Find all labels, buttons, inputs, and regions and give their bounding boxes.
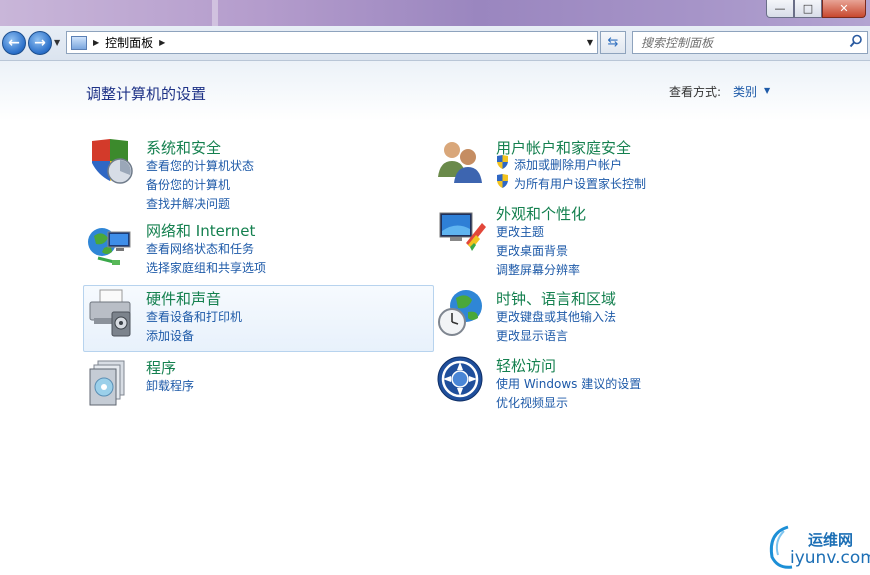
category-link[interactable]: 卸载程序 xyxy=(146,377,194,394)
category-title[interactable]: 程序 xyxy=(146,357,176,378)
category-link[interactable]: 查看设备和打印机 xyxy=(146,308,242,325)
ease-of-access-icon[interactable] xyxy=(436,355,488,407)
view-by-dropdown[interactable]: 类别 xyxy=(733,83,757,100)
title-bar-highlight xyxy=(212,0,218,26)
network-globe-icon[interactable] xyxy=(86,220,138,272)
search-box[interactable] xyxy=(632,31,868,54)
breadcrumb-control-panel[interactable]: 控制面板 xyxy=(105,34,153,51)
category-title[interactable]: 网络和 Internet xyxy=(146,220,255,241)
search-icon[interactable] xyxy=(849,34,863,48)
main-content: 调整计算机的设置 查看方式: 类别 ▼ 系统和安全 查看您的计算机状态 备份您的… xyxy=(0,61,870,575)
category-link[interactable]: 更改主题 xyxy=(496,223,544,240)
category-link[interactable]: 备份您的计算机 xyxy=(146,176,230,193)
category-link[interactable]: 更改显示语言 xyxy=(496,327,568,344)
forward-button[interactable]: → xyxy=(28,31,52,55)
address-dropdown-icon[interactable]: ▼ xyxy=(587,38,593,47)
chevron-right-icon[interactable]: ▶ xyxy=(93,38,99,47)
address-box[interactable]: ▶ 控制面板 ▶ ▼ xyxy=(66,31,598,54)
category-link[interactable]: 更改键盘或其他输入法 xyxy=(496,308,616,325)
category-link[interactable]: 更改桌面背景 xyxy=(496,242,568,259)
view-by-label: 查看方式: xyxy=(669,85,722,99)
category-link[interactable]: 为所有用户设置家长控制 xyxy=(514,175,646,192)
watermark-url: iyunv.com xyxy=(790,548,870,568)
navigation-bar: ← → ▼ ▶ 控制面板 ▶ ▼ ⇆ xyxy=(0,26,870,61)
back-button[interactable]: ← xyxy=(2,31,26,55)
category-title[interactable]: 外观和个性化 xyxy=(496,203,586,224)
refresh-button[interactable]: ⇆ xyxy=(600,31,626,54)
minimize-button[interactable]: — xyxy=(766,0,794,18)
category-title[interactable]: 用户帐户和家庭安全 xyxy=(496,137,631,158)
title-bar: — □ ✕ xyxy=(0,0,870,26)
chevron-right-icon[interactable]: ▶ xyxy=(159,38,165,47)
category-link[interactable]: 添加设备 xyxy=(146,327,194,344)
category-link[interactable]: 查看您的计算机状态 xyxy=(146,157,254,174)
clock-globe-icon[interactable] xyxy=(436,288,488,340)
category-link[interactable]: 查找并解决问题 xyxy=(146,195,230,212)
shield-icon[interactable] xyxy=(86,137,138,189)
control-panel-icon xyxy=(71,35,87,50)
category-title[interactable]: 时钟、语言和区域 xyxy=(496,288,616,309)
watermark-text: 运维网 xyxy=(808,531,854,549)
recent-pages-dropdown[interactable]: ▼ xyxy=(54,38,60,47)
category-link[interactable]: 添加或删除用户帐户 xyxy=(514,156,622,173)
programs-icon[interactable] xyxy=(86,357,138,409)
category-link[interactable]: 选择家庭组和共享选项 xyxy=(146,259,266,276)
chevron-down-icon[interactable]: ▼ xyxy=(764,86,770,95)
uac-shield-icon xyxy=(497,174,508,188)
category-title[interactable]: 硬件和声音 xyxy=(146,288,221,309)
category-title[interactable]: 轻松访问 xyxy=(496,355,556,376)
refresh-icon: ⇆ xyxy=(607,35,619,50)
category-link[interactable]: 优化视频显示 xyxy=(496,394,568,411)
search-input[interactable] xyxy=(639,34,843,51)
users-icon[interactable] xyxy=(436,137,488,189)
category-link[interactable]: 查看网络状态和任务 xyxy=(146,240,254,257)
close-button[interactable]: ✕ xyxy=(822,0,866,18)
uac-shield-icon xyxy=(497,155,508,169)
category-link[interactable]: 调整屏幕分辨率 xyxy=(496,261,580,278)
window-controls: — □ ✕ xyxy=(766,0,866,18)
appearance-monitor-icon[interactable] xyxy=(436,203,488,255)
printer-icon[interactable] xyxy=(86,288,138,340)
page-title: 调整计算机的设置 xyxy=(86,85,207,103)
category-title[interactable]: 系统和安全 xyxy=(146,137,221,158)
category-link[interactable]: 使用 Windows 建议的设置 xyxy=(496,375,641,392)
maximize-button[interactable]: □ xyxy=(794,0,822,18)
